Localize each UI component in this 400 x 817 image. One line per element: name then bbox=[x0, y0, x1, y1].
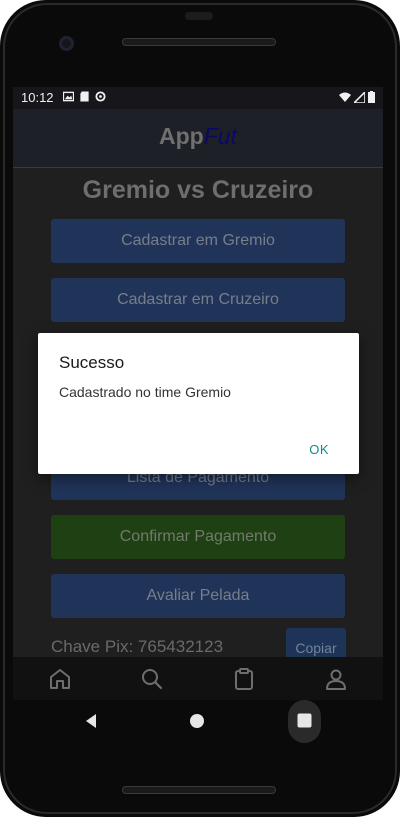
home-nav-icon[interactable] bbox=[189, 713, 205, 729]
copy-pix-button[interactable]: Copiar bbox=[286, 628, 346, 657]
status-notification-icons bbox=[63, 91, 106, 102]
dialog-title: Sucesso bbox=[59, 353, 125, 372]
clipboard-icon[interactable] bbox=[231, 666, 257, 692]
back-icon[interactable] bbox=[83, 713, 99, 729]
home-icon[interactable] bbox=[47, 666, 73, 692]
brand-text-app: App bbox=[159, 123, 204, 149]
bottom-speaker bbox=[122, 786, 276, 794]
earpiece-notch bbox=[185, 12, 213, 20]
app-brand: AppFut bbox=[13, 123, 383, 150]
status-bar: 10:12 bbox=[13, 87, 383, 109]
register-team1-button[interactable]: Cadastrar em Gremio bbox=[51, 219, 345, 263]
recents-icon[interactable] bbox=[297, 713, 312, 728]
status-system-icons bbox=[339, 91, 375, 103]
page-title: Gremio vs Cruzeiro bbox=[82, 176, 314, 204]
data-saver-icon bbox=[95, 91, 106, 102]
battery-icon bbox=[368, 91, 375, 103]
brand-text-fut: Fut bbox=[203, 123, 237, 149]
bottom-tab-bar bbox=[13, 657, 383, 700]
image-notification-icon bbox=[63, 91, 74, 102]
confirm-payment-button[interactable]: Confirmar Pagamento bbox=[51, 515, 345, 559]
rate-match-button[interactable]: Avaliar Pelada bbox=[51, 574, 345, 618]
wifi-icon bbox=[339, 92, 351, 102]
person-icon[interactable] bbox=[323, 666, 349, 692]
app-bar: AppFut bbox=[13, 109, 383, 168]
search-icon[interactable] bbox=[139, 666, 165, 692]
top-speaker bbox=[122, 38, 276, 46]
register-team2-button[interactable]: Cadastrar em Cruzeiro bbox=[51, 278, 345, 322]
dialog-message: Cadastrado no time Gremio bbox=[59, 384, 231, 400]
success-dialog: Sucesso Cadastrado no time Gremio OK bbox=[38, 333, 359, 474]
front-camera bbox=[59, 36, 74, 51]
system-nav-bar bbox=[13, 700, 383, 745]
status-time: 10:12 bbox=[21, 90, 54, 105]
dialog-ok-button[interactable]: OK bbox=[309, 442, 329, 457]
pix-key-label: Chave Pix: 765432123 bbox=[51, 637, 224, 656]
sd-card-icon bbox=[80, 91, 89, 102]
phone-frame: 10:12 AppFut Gremio vs Cruzeiro Cadastra… bbox=[0, 0, 400, 817]
signal-icon bbox=[354, 91, 365, 103]
